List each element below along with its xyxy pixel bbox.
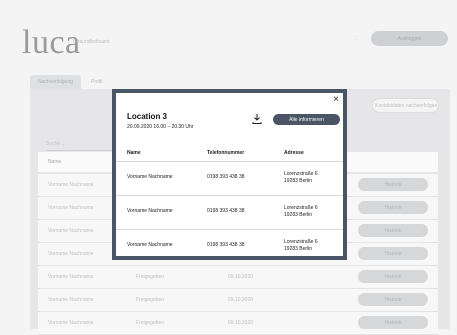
history-button[interactable]: Historie [358, 270, 428, 283]
address-city: 19283 Berlin [284, 178, 313, 184]
location-modal: × Location 3 20.09.2020 16.00 – 20.30 Uh… [112, 89, 347, 260]
column-header-name: Name [127, 150, 141, 156]
menu-icon[interactable]: : [355, 36, 357, 42]
request-contacts-button[interactable]: Kontaktdaten nachverfolgen [372, 98, 439, 113]
contact-address: Lorenzstraße 6 19283 Berlin [284, 239, 344, 253]
column-header-phone: Telefonnummer [207, 150, 245, 156]
row-date: 09.10.2020 [228, 297, 254, 303]
table-row[interactable]: Vorname Nachname Freigegeben 09.10.2020 … [38, 266, 438, 289]
column-header-name: Name [48, 159, 62, 165]
row-status: Freigegeben [136, 320, 165, 326]
tab-bar: Nachverfolgung Profil [30, 75, 118, 89]
contact-phone: 0198 393 438 38 [207, 174, 245, 180]
address-street: Lorenzstraße 6 [284, 239, 318, 245]
history-button[interactable]: Historie [358, 178, 428, 191]
contact-address: Lorenzstraße 6 19283 Berlin [284, 205, 344, 219]
row-name: Vorname Nachname [48, 205, 94, 211]
contact-phone: 0198 393 438 38 [207, 242, 245, 248]
row-name: Vorname Nachname [48, 182, 94, 188]
contact-name: Vorname Nachname [127, 208, 173, 214]
tab-profil[interactable]: Profil [91, 75, 102, 89]
download-icon[interactable] [252, 113, 262, 125]
modal-table-row: Vorname Nachname 0198 393 438 38 Lorenzs… [116, 162, 343, 196]
row-name: Vorname Nachname [48, 320, 94, 326]
luca-logo: luca [22, 24, 81, 61]
row-status: Freigegeben [136, 297, 165, 303]
row-date: 09.10.2020 [228, 274, 254, 280]
contact-address: Lorenzstraße 6 19283 Berlin [284, 171, 344, 185]
row-name: Vorname Nachname [48, 297, 94, 303]
address-street: Lorenzstraße 6 [284, 205, 318, 211]
history-button[interactable]: Historie [358, 224, 428, 237]
history-button[interactable]: Historie [358, 293, 428, 306]
contact-phone: 0198 393 438 38 [207, 208, 245, 214]
table-row[interactable]: Vorname Nachname Freigegeben 09.10.2020 … [38, 289, 438, 312]
tab-nachverfolgung[interactable]: Nachverfolgung [30, 75, 82, 89]
modal-table-row: Vorname Nachname 0198 393 438 38 Lorenzs… [116, 230, 343, 263]
modal-time: 20.09.2020 16.00 – 20.30 Uhr [127, 124, 194, 130]
history-button[interactable]: Historie [358, 316, 428, 329]
history-button[interactable]: Historie [358, 247, 428, 260]
app-window: luca Gesundheitsamt : Ausloggen Nachverf… [0, 0, 457, 335]
table-row[interactable]: Vorname Nachname Freigegeben 09.10.2020 … [38, 312, 438, 335]
logout-button[interactable]: Ausloggen [371, 31, 448, 46]
column-header-address: Adresse [284, 150, 304, 156]
address-city: 19283 Berlin [284, 246, 313, 252]
history-button[interactable]: Historie [358, 201, 428, 214]
contact-name: Vorname Nachname [127, 242, 173, 248]
row-name: Vorname Nachname [48, 228, 94, 234]
modal-title: Location 3 [127, 112, 168, 121]
row-name: Vorname Nachname [48, 274, 94, 280]
row-name: Vorname Nachname [48, 251, 94, 257]
modal-table-row: Vorname Nachname 0198 393 438 38 Lorenzs… [116, 196, 343, 230]
row-date: 09.10.2020 [228, 320, 254, 326]
modal-table-header: Name Telefonnummer Adresse [116, 145, 343, 162]
inform-all-button[interactable]: Alle informieren [273, 114, 340, 125]
row-status: Freigegeben [136, 274, 165, 280]
address-city: 19283 Berlin [284, 212, 313, 218]
contact-name: Vorname Nachname [127, 174, 173, 180]
close-icon[interactable]: × [333, 95, 339, 105]
logo-subtitle: Gesundheitsamt [73, 39, 110, 45]
address-street: Lorenzstraße 6 [284, 171, 318, 177]
